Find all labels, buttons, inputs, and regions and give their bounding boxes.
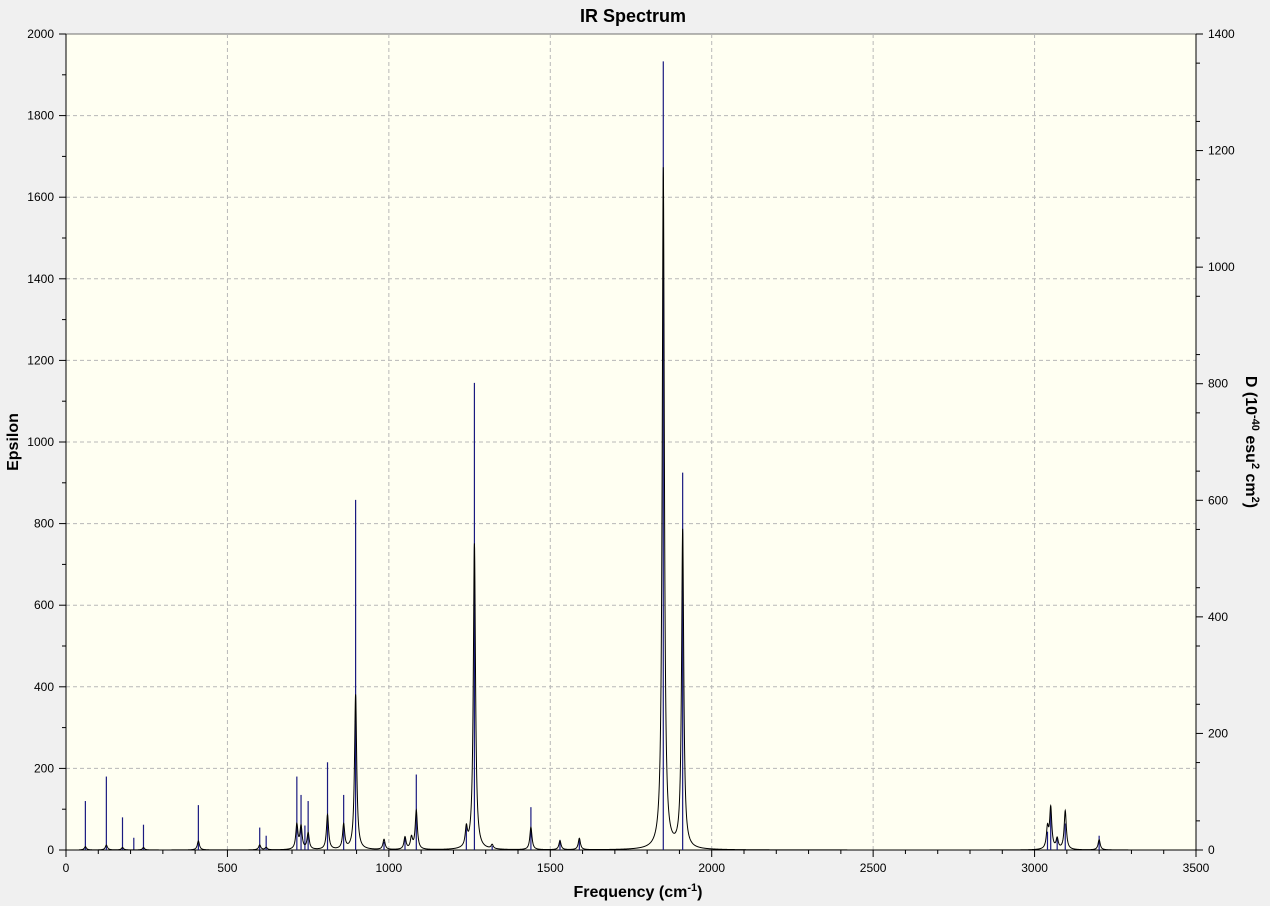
chart-title: IR Spectrum — [580, 6, 686, 26]
y-tick-label: 1600 — [27, 190, 54, 204]
x-tick-label: 3500 — [1183, 861, 1210, 875]
y-tick-label: 1200 — [27, 353, 54, 367]
y2-tick-label: 400 — [1208, 610, 1228, 624]
x-axis-title-superscript: -1 — [687, 882, 697, 894]
y2-axis-title-part2: esu — [1242, 431, 1259, 463]
y-tick-label: 0 — [47, 843, 54, 857]
y-axis-title: Epsilon — [5, 413, 22, 471]
x-tick-label: 2000 — [698, 861, 725, 875]
x-tick-label: 0 — [63, 861, 70, 875]
x-tick-label: 3000 — [1021, 861, 1048, 875]
y2-tick-label: 1400 — [1208, 27, 1235, 41]
y2-axis-title: D (10-40 esu2 cm2) — [1242, 376, 1261, 508]
y-tick-label: 400 — [34, 680, 54, 694]
y2-tick-label: 200 — [1208, 726, 1228, 740]
y2-tick-label: 1000 — [1208, 260, 1235, 274]
y2-axis-title-part3: cm — [1242, 469, 1259, 497]
x-tick-label: 1500 — [537, 861, 564, 875]
y-tick-label: 2000 — [27, 27, 54, 41]
y2-tick-label: 600 — [1208, 493, 1228, 507]
y-tick-label: 1800 — [27, 109, 54, 123]
y2-axis-title-sup1: -40 — [1249, 415, 1261, 431]
y2-tick-label: 1200 — [1208, 144, 1235, 158]
y-tick-label: 200 — [34, 761, 54, 775]
x-axis-title-main: Frequency (cm — [574, 884, 688, 901]
y2-tick-label: 800 — [1208, 377, 1228, 391]
chart-svg: 0 500 1000 1500 2000 2500 3000 3500020040060080… — [0, 0, 1270, 906]
x-tick-label: 500 — [217, 861, 237, 875]
x-axis-title-end: ) — [697, 884, 702, 901]
x-tick-label: 2500 — [860, 861, 887, 875]
x-tick-label: 1000 — [376, 861, 403, 875]
y-tick-label: 600 — [34, 598, 54, 612]
y-tick-label: 1400 — [27, 272, 54, 286]
ir-spectrum-chart: 0 500 1000 1500 2000 2500 3000 3500 0 200 400 600 80… — [0, 0, 1270, 906]
y2-axis-title-part4: ) — [1242, 503, 1259, 508]
y-tick-label: 1000 — [27, 435, 54, 449]
y-tick-label: 800 — [34, 517, 54, 531]
y2-tick-label: 0 — [1208, 843, 1215, 857]
x-axis-title: Frequency (cm-1) — [574, 882, 703, 901]
y2-axis-title-part1: D (10 — [1242, 376, 1259, 415]
